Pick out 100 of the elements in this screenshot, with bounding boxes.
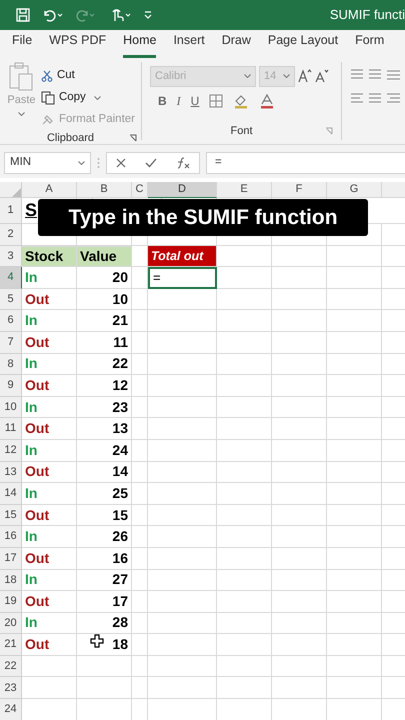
ribbon-tab[interactable]: Page Layout: [268, 31, 338, 58]
close-icon[interactable]: [116, 158, 126, 168]
sheet-cell: [22, 677, 77, 700]
undo-icon[interactable]: [42, 8, 64, 22]
font-style-button[interactable]: I: [176, 92, 181, 110]
row-header[interactable]: 13: [0, 462, 22, 484]
ribbon-tab[interactable]: Form: [355, 31, 384, 58]
font-style-button[interactable]: B: [158, 92, 167, 110]
row-header[interactable]: 16: [0, 526, 22, 548]
row-header[interactable]: 14: [0, 483, 22, 505]
sheet-cell: [132, 548, 148, 570]
value-cell: 20: [77, 267, 132, 289]
row-header[interactable]: 22: [0, 656, 22, 678]
cut-button[interactable]: Cut: [40, 66, 135, 86]
sheet-cell: [148, 288, 217, 310]
row-header[interactable]: 4: [0, 267, 22, 289]
row-header[interactable]: 7: [0, 332, 22, 354]
borders-icon[interactable]: [209, 94, 224, 108]
sheet-cell: [217, 570, 272, 592]
row-header[interactable]: 12: [0, 440, 22, 462]
value-cell: 24: [77, 440, 132, 462]
row-header[interactable]: 2: [0, 224, 22, 246]
customize-icon[interactable]: [144, 10, 152, 20]
row-header[interactable]: 5: [0, 288, 22, 310]
function-icon[interactable]: [176, 156, 190, 168]
save-icon[interactable]: [16, 8, 30, 22]
value-cell: 16: [77, 548, 132, 570]
scissors-icon: [40, 70, 53, 82]
sheet-cell: [327, 656, 382, 678]
copy-button[interactable]: Copy: [40, 88, 135, 108]
value-cell: 17: [77, 591, 132, 613]
sheet-cell: [148, 526, 217, 548]
sheet-cell: [217, 656, 272, 678]
row-header[interactable]: 8: [0, 354, 22, 376]
left-align-icon[interactable]: [350, 92, 400, 104]
row-header[interactable]: 23: [0, 677, 22, 700]
top-align-icon[interactable]: [350, 68, 400, 80]
row-header[interactable]: 11: [0, 418, 22, 440]
sheet-cell: [77, 656, 132, 678]
column-header[interactable]: G: [327, 182, 382, 198]
caret-icon[interactable]: [78, 160, 85, 164]
row-header[interactable]: 15: [0, 504, 22, 526]
fill-color-icon[interactable]: [233, 93, 250, 109]
sheet-cell: [217, 526, 272, 548]
row-header[interactable]: 18: [0, 570, 22, 592]
value-cell: 28: [77, 612, 132, 634]
formula-field[interactable]: =: [206, 152, 405, 174]
sheet-cell: [77, 677, 132, 700]
copy-icon: [40, 91, 55, 105]
ribbon-tab[interactable]: Insert: [173, 31, 205, 58]
check-icon[interactable]: [144, 158, 157, 168]
row-header[interactable]: 6: [0, 310, 22, 332]
row-header[interactable]: 10: [0, 396, 22, 418]
column-header[interactable]: A: [22, 182, 77, 198]
touch-icon[interactable]: [110, 8, 132, 22]
row-header[interactable]: 19: [0, 591, 22, 613]
sheet-cell: [272, 396, 327, 418]
font-shrink-icon[interactable]: [315, 69, 329, 83]
font-style-button[interactable]: U: [190, 92, 200, 110]
active-cell[interactable]: =: [148, 267, 217, 289]
sheet-cell: [272, 332, 327, 354]
font-grow-icon[interactable]: [298, 69, 312, 83]
sheet-cell: [148, 440, 217, 462]
font-color-icon[interactable]: [259, 93, 276, 109]
sheet-cell: [132, 354, 148, 376]
value-cell: 10: [77, 288, 132, 310]
column-header[interactable]: F: [272, 182, 327, 198]
sheet-cell: [132, 591, 148, 613]
stock-cell: In: [22, 570, 77, 592]
sheet-cell: [272, 548, 327, 570]
ribbon-tab[interactable]: File: [12, 31, 32, 58]
sheet-cell: [148, 591, 217, 613]
sheet-cell: [148, 548, 217, 570]
stock-cell: In: [22, 310, 77, 332]
stock-cell: Out: [22, 462, 77, 484]
row-header[interactable]: 24: [0, 699, 22, 720]
sheet-cell: [217, 591, 272, 613]
row-header[interactable]: 1: [0, 198, 22, 224]
sheet-cell: [272, 440, 327, 462]
dialog-launcher-icon[interactable]: [129, 134, 137, 142]
caret-icon[interactable]: [94, 96, 101, 100]
column-header[interactable]: D: [148, 182, 217, 198]
column-header[interactable]: B: [77, 182, 132, 198]
row-header[interactable]: 3: [0, 246, 22, 268]
row-header[interactable]: 17: [0, 548, 22, 570]
drag-handle-icon[interactable]: [97, 156, 100, 168]
row-header[interactable]: 21: [0, 634, 22, 656]
sheet-cell: [132, 504, 148, 526]
name-box[interactable]: MIN: [4, 152, 91, 174]
row-header[interactable]: 9: [0, 375, 22, 397]
value-cell: 23: [77, 396, 132, 418]
ribbon-tab[interactable]: Draw: [222, 31, 251, 58]
row-header[interactable]: 20: [0, 612, 22, 634]
sheet-cell: [327, 634, 382, 656]
column-header[interactable]: C: [132, 182, 148, 198]
ribbon-tab[interactable]: WPS PDF: [49, 31, 106, 58]
sheet-cell: [327, 504, 382, 526]
value-cell: 13: [77, 418, 132, 440]
sheet-cell: [132, 440, 148, 462]
column-header[interactable]: E: [217, 182, 272, 198]
